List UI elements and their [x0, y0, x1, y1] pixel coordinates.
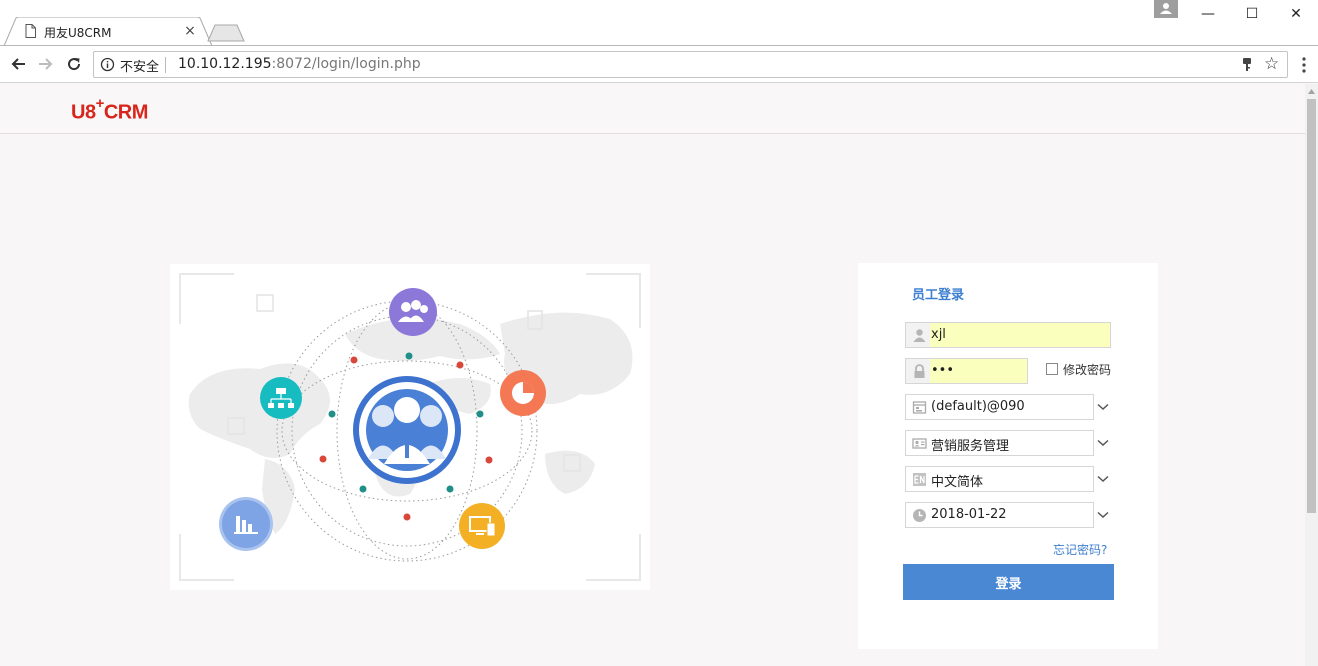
- scroll-thumb[interactable]: [1307, 99, 1316, 513]
- tab-close-icon[interactable]: ×: [183, 23, 197, 39]
- key-icon[interactable]: [1241, 57, 1253, 72]
- role-select[interactable]: 营销服务管理: [905, 430, 1094, 456]
- devices-node-icon: [459, 503, 505, 549]
- password-field[interactable]: •••: [905, 358, 1028, 384]
- language-dropdown-icon[interactable]: [1094, 466, 1112, 492]
- team-node-icon: [389, 288, 437, 336]
- close-window-button[interactable]: ✕: [1274, 0, 1318, 28]
- date-dropdown-icon[interactable]: [1094, 502, 1112, 528]
- browser-titlebar: 用友U8CRM × — ☐ ✕: [0, 0, 1318, 46]
- users-center-icon: [353, 376, 461, 484]
- security-label[interactable]: 不安全: [120, 56, 159, 75]
- login-button[interactable]: 登录: [903, 564, 1114, 600]
- pie-chart-node-icon: [500, 370, 546, 416]
- language-select[interactable]: 中文简体: [905, 466, 1094, 492]
- minimize-button[interactable]: —: [1186, 0, 1230, 28]
- star-icon[interactable]: ☆: [1264, 54, 1279, 74]
- date-select[interactable]: 2018-01-22: [905, 502, 1094, 528]
- page-content: U8+CRM 员工登录 xjl ••• 修改密码 (default)@090 营…: [0, 84, 1305, 666]
- address-bar[interactable]: 不安全 10.10.12.195:8072/login/login.php ☆: [93, 51, 1288, 78]
- clock-icon: [913, 509, 926, 522]
- network-illustration: [170, 264, 650, 590]
- account-dropdown-icon[interactable]: [1094, 394, 1112, 420]
- page-scrollbar[interactable]: [1305, 84, 1318, 666]
- language-icon: [913, 473, 926, 486]
- database-icon: [912, 401, 927, 414]
- address-separator: [165, 57, 166, 73]
- id-card-icon: [912, 438, 927, 449]
- info-icon[interactable]: [100, 57, 115, 72]
- language-value: 中文简体: [931, 475, 984, 490]
- role-dropdown-icon[interactable]: [1094, 430, 1112, 456]
- date-value: 2018-01-22: [931, 507, 1007, 522]
- user-icon: [913, 329, 926, 342]
- account-value: (default)@090: [931, 399, 1025, 414]
- login-title: 员工登录: [912, 288, 965, 303]
- bar-chart-node-icon: [219, 497, 273, 551]
- lock-icon: [914, 364, 925, 378]
- url-text[interactable]: 10.10.12.195:8072/login/login.php: [178, 56, 421, 72]
- maximize-button[interactable]: ☐: [1230, 0, 1274, 28]
- logo-plus: +: [95, 95, 105, 112]
- browser-toolbar: 不安全 10.10.12.195:8072/login/login.php ☆: [0, 45, 1318, 83]
- password-value: •••: [931, 363, 955, 378]
- forward-icon[interactable]: [36, 54, 56, 74]
- illustration-svg: [179, 273, 641, 581]
- username-field[interactable]: xjl: [905, 322, 1111, 348]
- back-icon[interactable]: [8, 54, 28, 74]
- reload-icon[interactable]: [64, 54, 84, 74]
- account-select[interactable]: (default)@090: [905, 394, 1094, 420]
- tab-title: 用友U8CRM: [44, 26, 112, 40]
- logo-main: U8: [71, 101, 96, 124]
- org-chart-node-icon: [260, 377, 302, 419]
- forgot-password-link[interactable]: 忘记密码?: [1053, 541, 1107, 558]
- page-icon: [25, 24, 36, 38]
- new-tab-button[interactable]: [207, 24, 245, 42]
- scroll-up-icon[interactable]: [1305, 84, 1318, 98]
- site-header: U8+CRM: [0, 84, 1305, 134]
- role-value: 营销服务管理: [931, 439, 1010, 454]
- login-panel: 员工登录 xjl ••• 修改密码 (default)@090 营销服务管理 中…: [858, 263, 1158, 649]
- url-path: :8072/login/login.php: [271, 56, 421, 72]
- profile-icon[interactable]: [1154, 0, 1178, 18]
- change-password-label: 修改密码: [1063, 363, 1112, 377]
- url-host: 10.10.12.195: [178, 56, 272, 72]
- username-value: xjl: [931, 327, 946, 342]
- u8crm-logo: U8+CRM: [71, 95, 149, 125]
- logo-crm: CRM: [103, 101, 149, 124]
- menu-icon[interactable]: [1296, 55, 1312, 75]
- change-password-checkbox[interactable]: [1046, 363, 1058, 375]
